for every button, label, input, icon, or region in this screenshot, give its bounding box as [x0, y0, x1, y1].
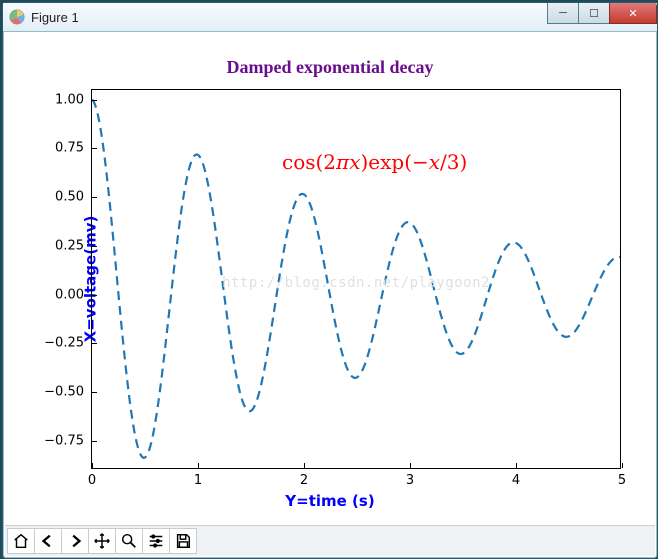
window-buttons: ─ ☐ ✕ — [547, 3, 657, 23]
x-tick-label: 4 — [512, 474, 520, 487]
forward-button[interactable] — [61, 528, 89, 554]
figure-window: Figure 1 ─ ☐ ✕ Damped exponential decay … — [2, 2, 658, 559]
y-tick-label: −0.50 — [44, 386, 84, 399]
x-tick-label: 2 — [300, 474, 308, 487]
y-tick-label: 0.25 — [55, 239, 84, 252]
y-tick-label: −0.25 — [44, 337, 84, 350]
nav-toolbar — [5, 525, 655, 556]
home-button[interactable] — [7, 528, 35, 554]
x-tick-label: 3 — [406, 474, 414, 487]
maximize-button[interactable]: ☐ — [578, 3, 610, 24]
y-tick-label: 1.00 — [55, 93, 84, 106]
x-tick-label: 0 — [88, 474, 96, 487]
save-icon — [174, 532, 192, 550]
pan-button[interactable] — [88, 528, 116, 554]
x-axis-label: Y=time (s) — [11, 492, 649, 510]
zoom-icon — [120, 532, 138, 550]
zoom-button[interactable] — [115, 528, 143, 554]
titlebar[interactable]: Figure 1 ─ ☐ ✕ — [3, 3, 657, 32]
y-tick-label: −0.75 — [44, 434, 84, 447]
figure-canvas[interactable]: Damped exponential decay X=voltage(mv) Y… — [11, 39, 649, 518]
back-button[interactable] — [34, 528, 62, 554]
forward-icon — [66, 532, 84, 550]
plot-axes: http://blog.csdn.net/playgoon2 cos(2πx)e… — [91, 89, 621, 469]
plot-title: Damped exponential decay — [11, 57, 649, 78]
close-button[interactable]: ✕ — [609, 3, 657, 24]
x-tick-label: 1 — [194, 474, 202, 487]
y-tick-label: 0.75 — [55, 142, 84, 155]
formula-annotation: cos(2πx)exp(−x/3) — [282, 150, 467, 174]
window-title: Figure 1 — [31, 10, 79, 25]
y-tick-label: 0.00 — [55, 288, 84, 301]
home-icon — [12, 532, 30, 550]
back-icon — [39, 532, 57, 550]
pan-icon — [93, 532, 111, 550]
watermark-text: http://blog.csdn.net/playgoon2 — [92, 275, 620, 291]
matplotlib-app-icon — [9, 9, 25, 25]
y-tick-label: 0.50 — [55, 191, 84, 204]
subplots-button[interactable] — [142, 528, 170, 554]
subplots-icon — [147, 532, 165, 550]
save-button[interactable] — [169, 528, 197, 554]
minimize-button[interactable]: ─ — [547, 3, 579, 24]
x-tick-label: 5 — [618, 474, 626, 487]
